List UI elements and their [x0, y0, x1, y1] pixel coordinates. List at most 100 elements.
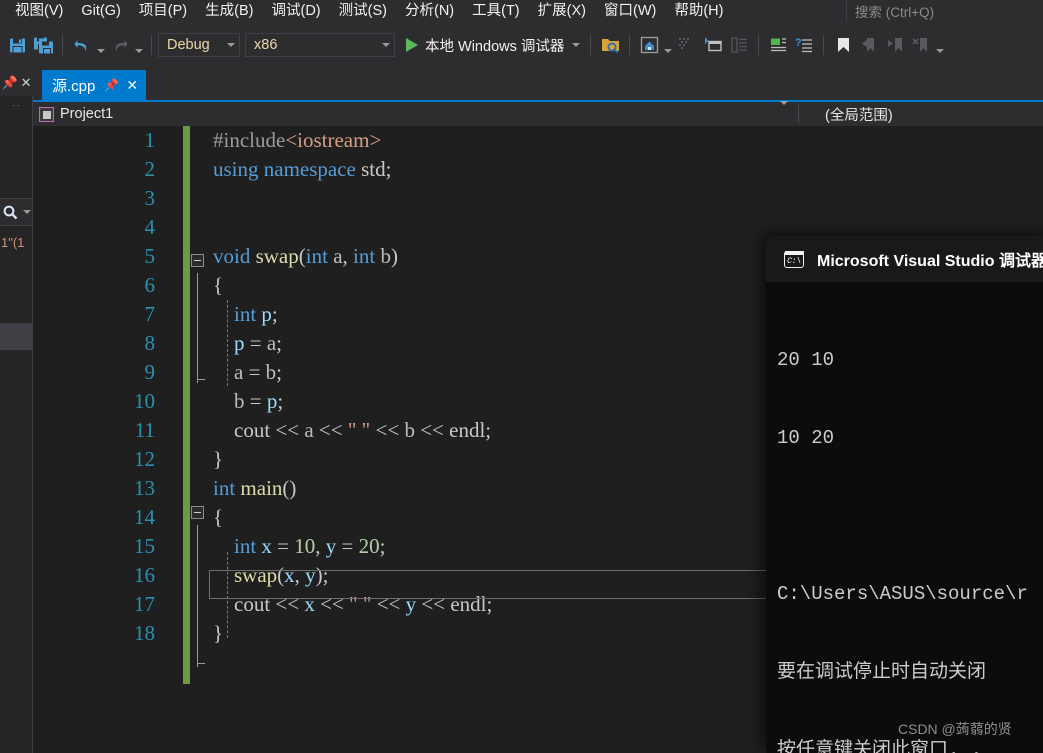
console-output-line: 10 20 — [777, 427, 835, 449]
code-token: ; — [379, 534, 386, 558]
code-token: ( — [298, 244, 306, 268]
code-token: main — [240, 476, 283, 500]
tab-source-cpp[interactable]: 源.cpp 📌 ✕ — [42, 70, 147, 100]
code-token: b — [234, 389, 245, 413]
close-icon[interactable]: ✕ — [126, 77, 138, 94]
watermark: CSDN @蒟蒻的贤 — [898, 721, 1012, 737]
menu-item-analyze[interactable]: 分析(N) — [396, 0, 463, 22]
line-number: 1 — [144, 128, 156, 152]
menu-item-build[interactable]: 生成(B) — [196, 0, 262, 22]
line-number: 8 — [144, 331, 156, 355]
visual-studio-window: 视图(V) Git(G) 项目(P) 生成(B) 调试(D) 测试(S) 分析(… — [0, 0, 1043, 753]
code-token: ; — [271, 302, 278, 326]
search-box[interactable]: 搜索 (Ctrl+Q) — [846, 0, 1043, 22]
code-token: << — [370, 418, 405, 442]
code-token: = — [271, 534, 295, 558]
left-rail-selected-item[interactable] — [0, 323, 32, 350]
find-in-files-icon[interactable] — [597, 30, 623, 60]
left-rail-header: 📌 ✕ — [0, 68, 33, 96]
console-title-bar[interactable]: C:\ Microsoft Visual Studio 调试器 — [766, 236, 1043, 282]
breadcrumb-project-select[interactable]: Project1 — [33, 101, 798, 123]
toolbar: Debug x86 本地 Windows 调试器 ? — [0, 22, 1043, 68]
undo-icon[interactable] — [69, 30, 95, 60]
toolbar-separator-6 — [823, 35, 825, 55]
console-output-line: 20 10 — [777, 349, 835, 371]
menu-item-tools[interactable]: 工具(T) — [463, 0, 529, 22]
menu-item-test[interactable]: 测试(S) — [330, 0, 396, 22]
code-line[interactable]: 2 using namespace std; — [33, 155, 1043, 184]
left-tool-rail: 📌 ✕ ·· 1"(1 — [0, 68, 33, 753]
code-text: b = p; — [213, 387, 283, 416]
solution-platform-select[interactable]: x86 — [245, 33, 395, 57]
chevron-down-icon — [227, 43, 235, 47]
pin-icon[interactable]: 📌 — [1, 76, 17, 89]
properties-window-icon — [726, 30, 752, 60]
start-debugging-button[interactable]: 本地 Windows 调试器 — [400, 31, 584, 59]
code-line[interactable]: 3 — [33, 184, 1043, 213]
code-token: { — [213, 273, 224, 297]
code-token: b — [380, 244, 391, 268]
save-all-icon[interactable] — [30, 30, 56, 60]
code-line[interactable]: 1 #include<iostream> — [33, 126, 1043, 155]
prev-bookmark-icon[interactable] — [856, 30, 882, 60]
console-window-icon: C:\ — [784, 250, 804, 268]
save-icon[interactable] — [4, 30, 30, 60]
menu-item-debug[interactable]: 调试(D) — [263, 0, 330, 22]
code-text: #include<iostream> — [213, 126, 381, 155]
console-output-line: 按任意键关闭此窗口. . — [777, 739, 983, 753]
code-token: b — [404, 418, 415, 442]
code-text: int main() — [213, 474, 296, 503]
error-list-icon[interactable] — [765, 30, 791, 60]
code-token: ; — [276, 331, 283, 355]
line-number: 7 — [144, 302, 156, 326]
solution-configuration-value: Debug — [167, 37, 210, 53]
menu-item-help[interactable]: 帮助(H) — [665, 0, 732, 22]
solution-explorer-dropdown-icon[interactable] — [662, 30, 674, 60]
new-window-icon[interactable] — [700, 30, 726, 60]
solution-configuration-select[interactable]: Debug — [158, 33, 240, 57]
code-token: #include — [213, 128, 286, 152]
code-text: void swap(int a, int b) — [213, 242, 398, 271]
pin-icon[interactable]: 📌 — [104, 78, 119, 92]
undo-dropdown-icon[interactable] — [95, 30, 107, 60]
code-token: ; — [385, 157, 392, 181]
code-token: = — [244, 331, 267, 355]
left-rail-dots: ·· — [12, 100, 21, 110]
close-icon[interactable]: ✕ — [21, 76, 32, 89]
toolbar-separator-3 — [590, 35, 592, 55]
line-number: 15 — [134, 534, 155, 558]
clear-bookmarks-icon[interactable] — [908, 30, 934, 60]
menu-item-project[interactable]: 项目(P) — [130, 0, 196, 22]
code-text: int x = 10, y = 20; — [213, 532, 385, 561]
search-input[interactable] — [0, 198, 33, 226]
solution-explorer-icon[interactable] — [636, 30, 662, 60]
menu-item-window[interactable]: 窗口(W) — [595, 0, 665, 22]
debug-console-window[interactable]: C:\ Microsoft Visual Studio 调试器 20 10 10… — [766, 236, 1043, 753]
solution-platform-value: x86 — [254, 37, 278, 53]
menu-item-extensions[interactable]: 扩展(X) — [529, 0, 595, 22]
menu-item-git[interactable]: Git(G) — [72, 0, 129, 22]
line-number: 2 — [144, 157, 156, 181]
code-token: } — [213, 447, 224, 471]
code-token: y — [325, 534, 337, 558]
breadcrumb-scope-select[interactable]: (全局范围) — [799, 104, 893, 125]
next-bookmark-icon[interactable] — [882, 30, 908, 60]
task-list-icon[interactable]: ? — [791, 30, 817, 60]
chevron-down-icon[interactable] — [572, 43, 581, 47]
chevron-down-icon[interactable] — [23, 210, 31, 214]
code-text: using namespace std; — [213, 155, 391, 184]
redo-dropdown-icon[interactable] — [133, 30, 145, 60]
redo-icon[interactable] — [107, 30, 133, 60]
bookmark-icon[interactable] — [830, 30, 856, 60]
console-output: 20 10 10 20 C:\Users\ASUS\source\r 要在调试停… — [766, 282, 1043, 753]
line-number: 3 — [144, 186, 156, 210]
toolbar-overflow-icon[interactable] — [934, 30, 946, 60]
code-token: swap — [255, 244, 299, 268]
menu-item-view[interactable]: 视图(V) — [6, 0, 72, 22]
console-icon-label: C:\ — [787, 255, 801, 266]
code-token: << — [270, 418, 305, 442]
chevron-down-icon[interactable] — [780, 101, 788, 123]
code-token: int — [213, 476, 241, 500]
